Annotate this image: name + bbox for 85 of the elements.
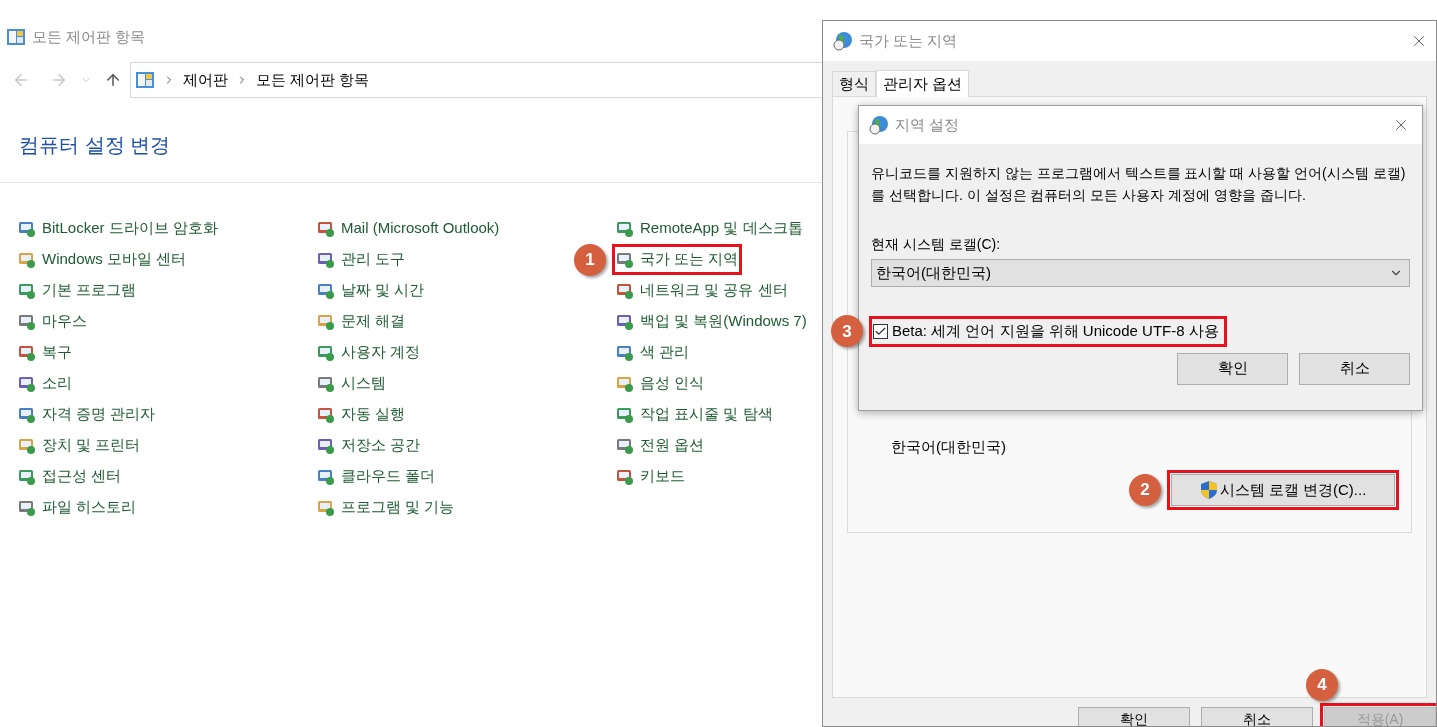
applet-link[interactable]: 마우스 [42,310,87,333]
applet-icon [18,219,36,238]
shield-icon [1199,480,1218,500]
applet-icon [616,281,634,300]
applet-icon [317,312,335,331]
applet-link[interactable]: 파일 히스토리 [42,496,137,519]
tab[interactable]: 형식 [832,71,876,96]
applet-link[interactable]: 자동 실행 [341,403,406,426]
applet-icon [616,374,634,393]
applet-link[interactable]: 장치 및 프린터 [42,434,141,457]
control-panel-icon [6,28,26,46]
applet-link[interactable]: BitLocker 드라이브 암호화 [42,217,218,240]
window-title: 모든 제어판 항목 [32,26,146,47]
checkbox[interactable] [873,323,888,339]
globe-icon [869,115,889,135]
applet-link[interactable]: 자격 증명 관리자 [42,403,156,426]
applet-link[interactable]: 접근성 센터 [42,465,122,488]
applet-icon [317,250,335,269]
applet-link[interactable]: 저장소 공간 [341,434,421,457]
checkbox-label[interactable]: Beta: 세계 언어 지원을 위해 Unicode UTF-8 사용 [892,320,1219,343]
applet-icon [317,281,335,300]
applet-link[interactable]: 문제 해결 [341,310,406,333]
applet-link[interactable]: 네트워크 및 공유 센터 [640,279,788,302]
applet-icon [18,405,36,424]
applet-icon [616,405,634,424]
applet-icon [18,343,36,362]
applet-link[interactable]: 음성 인식 [640,372,705,395]
callout-badge: 1 [574,243,606,276]
applet-icon [18,250,36,269]
description-text: 유니코드를 지원하지 않는 프로그램에서 텍스트를 표시할 때 사용할 언어(시스템 로캘)를 선택합니다. 이 설정은 컴퓨터의 모든 사용자 계정에 영향을 줍니다. [871,164,1407,205]
dialog-title: 국가 또는 지역 [859,30,958,51]
applet-link[interactable]: 국가 또는 지역 [640,248,739,271]
applet-icon [317,467,335,486]
breadcrumb[interactable]: 제어판 [183,68,228,92]
dialog-title: 지역 설정 [895,114,960,135]
applet-link[interactable]: Mail (Microsoft Outlook) [341,217,500,240]
applet-link[interactable]: 백업 및 복원(Windows 7) [640,310,807,333]
applet-icon [18,374,36,393]
applet-link[interactable]: RemoteApp 및 데스크톱 [640,217,803,240]
applet-icon [317,436,335,455]
applet-link[interactable]: 클라우드 폴더 [341,465,436,488]
dialog-button[interactable]: 취소 [1299,352,1410,385]
applet-icon [616,436,634,455]
change-locale-button[interactable]: 시스템 로캘 변경(C)... [1171,474,1395,506]
applet-link[interactable]: 시스템 [341,372,386,395]
applet-link[interactable]: 키보드 [640,465,685,488]
dialog-button[interactable]: 확인 [1078,707,1190,726]
breadcrumb[interactable]: 모든 제어판 항목 [256,68,370,92]
up-icon[interactable] [104,71,122,89]
callout-badge: 2 [1129,474,1161,506]
applet-icon [317,374,335,393]
applet-icon [18,281,36,300]
applet-link[interactable]: 소리 [42,372,72,395]
applet-link[interactable]: 날짜 및 시간 [341,279,425,302]
applet-link[interactable]: 프로그램 및 기능 [341,496,455,519]
applet-link[interactable]: 전원 옵션 [640,434,705,457]
applet-icon [18,312,36,331]
applet-icon [616,219,634,238]
applet-link[interactable]: 색 관리 [640,341,690,364]
control-panel-icon [135,71,155,89]
applet-icon [18,436,36,455]
locale-label: 현재 시스템 로캘(C): [871,235,1001,254]
applet-icon [317,219,335,238]
tab[interactable]: 관리자 옵션 [876,70,970,97]
page-heading: 컴퓨터 설정 변경 [19,133,171,158]
applet-link[interactable]: Windows 모바일 센터 [42,248,187,271]
applet-link[interactable]: 기본 프로그램 [42,279,137,302]
locale-select[interactable]: 한국어(대한민국) [871,259,1410,287]
applet-icon [616,467,634,486]
applet-icon [317,343,335,362]
globe-icon [833,31,853,51]
applet-link[interactable]: 복구 [42,341,72,364]
applet-icon [616,250,634,269]
current-locale: 한국어(대한민국) [891,436,1006,457]
dialog-button[interactable]: 확인 [1177,352,1288,385]
applet-link[interactable]: 작업 표시줄 및 탐색 [640,403,773,426]
applet-icon [616,343,634,362]
applet-link[interactable]: 사용자 계정 [341,341,421,364]
applet-icon [616,312,634,331]
applet-icon [18,498,36,517]
applet-icon [18,467,36,486]
applet-icon [317,498,335,517]
dialog-button[interactable]: 취소 [1201,707,1313,726]
applet-icon [317,405,335,424]
applet-link[interactable]: 관리 도구 [341,248,406,271]
